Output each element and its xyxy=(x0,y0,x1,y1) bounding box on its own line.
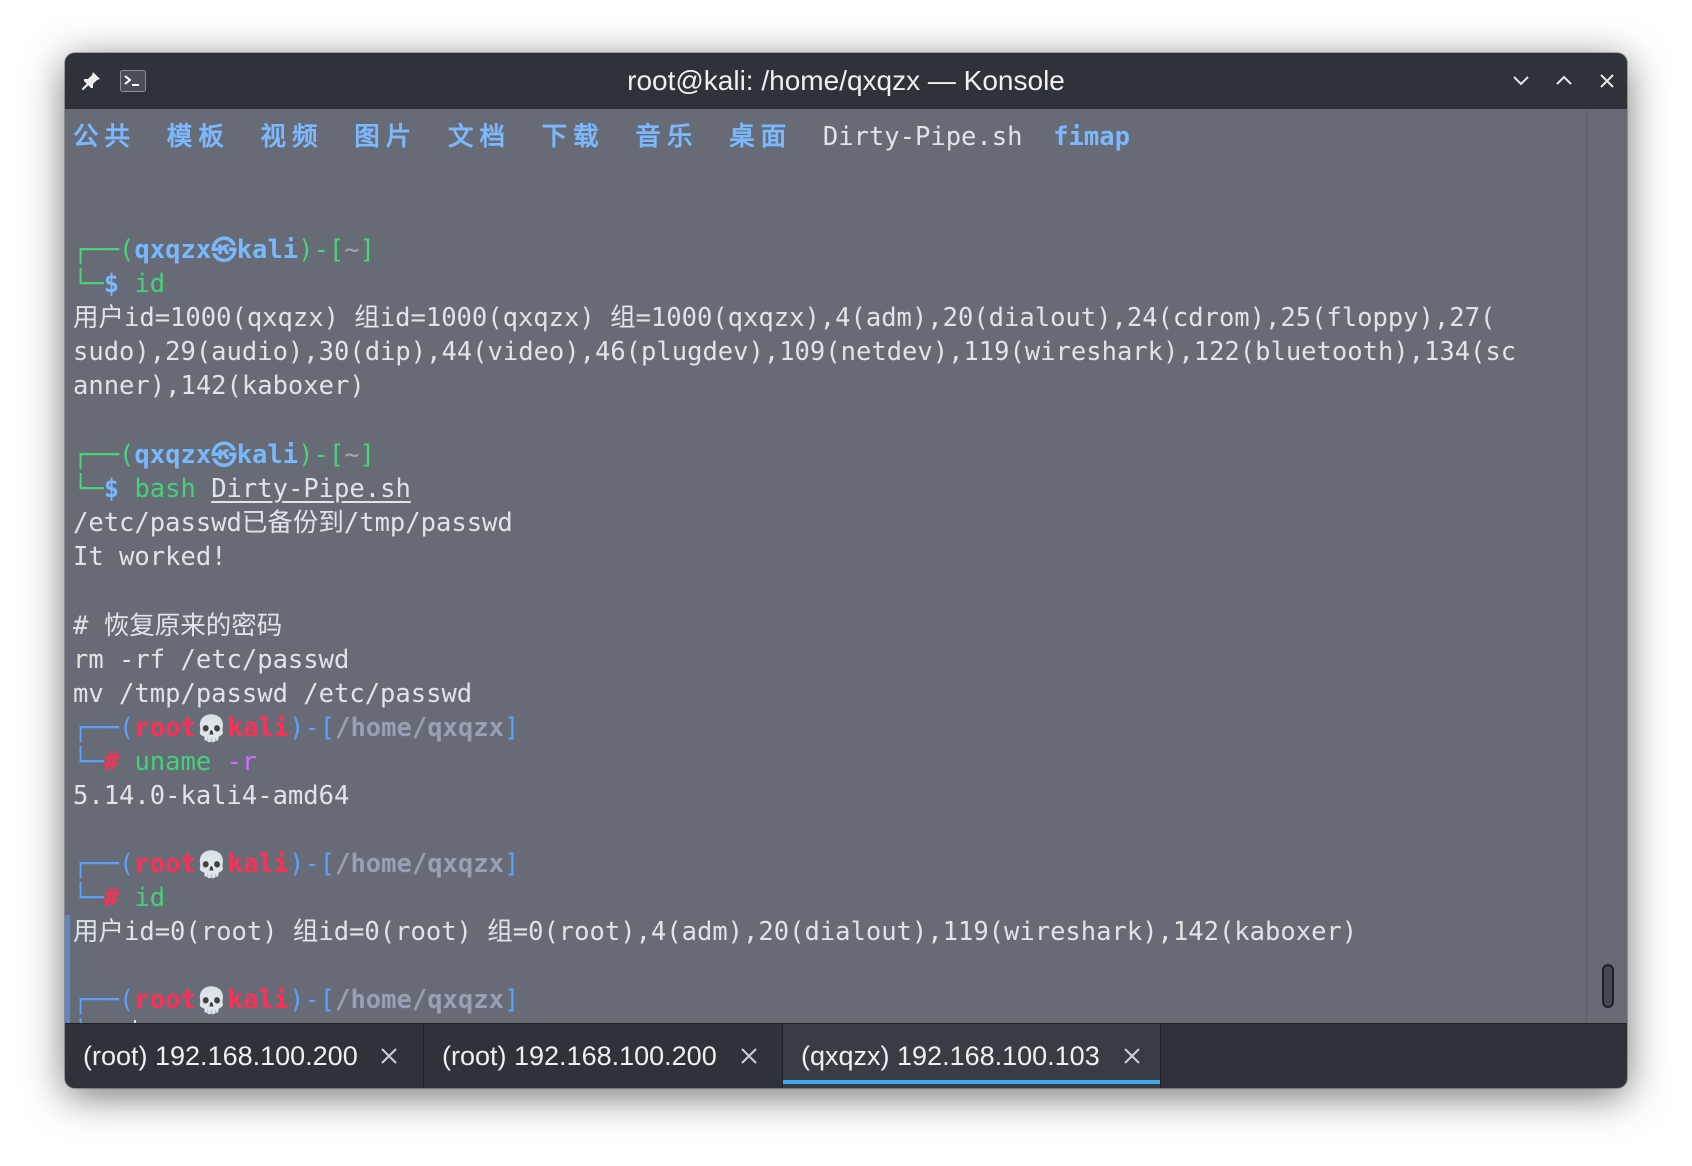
prompt-symbol: $ xyxy=(103,269,120,299)
dir-entry: 公共 xyxy=(73,122,137,152)
prompt-symbol: $ xyxy=(103,474,120,504)
prompt-host: kali xyxy=(227,849,290,879)
tab-session-2[interactable]: (root) 192.168.100.200 xyxy=(424,1024,782,1088)
command-text: id xyxy=(134,883,166,913)
output-line: rm -rf /etc/passwd xyxy=(73,645,350,675)
tab-label: (root) 192.168.100.200 xyxy=(83,1040,358,1071)
command-text: uname xyxy=(134,747,212,777)
exec-entry: fimap xyxy=(1053,122,1130,152)
output-line: # 恢复原来的密码 xyxy=(73,611,283,641)
close-icon[interactable] xyxy=(377,1044,401,1068)
tab-session-3[interactable]: (qxqzx) 192.168.100.103 xyxy=(782,1024,1161,1088)
command-line: └─# uname -r xyxy=(73,747,258,777)
kali-dragon-icon: ㉿ xyxy=(211,236,237,266)
tab-label: (qxqzx) 192.168.100.103 xyxy=(801,1040,1100,1071)
prompt-cwd: /home/qxqzx xyxy=(335,849,504,879)
dir-entry: 模板 xyxy=(166,122,230,152)
dir-entry: 图片 xyxy=(354,122,418,152)
tab-session-1[interactable]: (root) 192.168.100.200 xyxy=(65,1024,423,1088)
close-icon[interactable] xyxy=(737,1044,761,1068)
prompt-line: ┌──(root💀kali)-[/home/qxqzx] xyxy=(73,849,520,880)
command-arg: -r xyxy=(226,747,258,777)
prompt-line: ┌──(qxqzx㉿kali)-[~] xyxy=(73,440,375,471)
prompt-line: ┌──(root💀kali)-[/home/qxqzx] xyxy=(73,713,520,744)
prompt-cwd: /home/qxqzx xyxy=(335,985,504,1015)
tab-label: (root) 192.168.100.200 xyxy=(442,1040,717,1071)
chevron-up-icon[interactable] xyxy=(1548,65,1580,97)
output-line: sudo),29(audio),30(dip),44(video),46(plu… xyxy=(73,337,1517,367)
close-icon[interactable] xyxy=(1591,65,1623,97)
tab-bar: (root) 192.168.100.200 (root) 192.168.10… xyxy=(65,1023,1627,1088)
active-tab-indicator xyxy=(783,1080,1160,1084)
output-line: 用户id=0(root) 组id=0(root) 组=0(root),4(adm… xyxy=(73,917,1358,947)
terminal-view[interactable]: 公共 模板 视频 图片 文档 下载 音乐 桌面 Dirty-Pipe.sh fi… xyxy=(65,109,1585,1076)
command-text: bash xyxy=(134,474,196,504)
prompt-user: root xyxy=(134,985,196,1015)
output-line: It worked! xyxy=(73,542,227,572)
prompt-user: root xyxy=(134,849,196,879)
kali-dragon-icon: ㉿ xyxy=(211,441,237,471)
dir-entry: 桌面 xyxy=(729,122,793,152)
prompt-host: kali xyxy=(227,985,290,1015)
skull-icon: 💀 xyxy=(195,850,228,880)
close-icon[interactable] xyxy=(1120,1044,1144,1068)
command-line: └─$ id xyxy=(73,269,166,299)
dir-entry: 下载 xyxy=(541,122,605,152)
command-line: └─# id xyxy=(73,883,166,913)
file-entry: Dirty-Pipe.sh xyxy=(822,122,1023,152)
prompt-user: qxqzx xyxy=(134,235,212,265)
scrollbar[interactable] xyxy=(1586,109,1627,1076)
prompt-line: ┌──(root💀kali)-[/home/qxqzx] xyxy=(73,985,520,1016)
output-line: anner),142(kaboxer) xyxy=(73,371,365,401)
command-arg: Dirty-Pipe.sh xyxy=(211,474,411,504)
window-title: root@kali: /home/qxqzx — Konsole xyxy=(627,65,1065,96)
prompt-host: kali xyxy=(236,235,299,265)
prompt-host: kali xyxy=(236,440,299,470)
command-text: id xyxy=(134,269,166,299)
prompt-user: qxqzx xyxy=(134,440,212,470)
konsole-window: root@kali: /home/qxqzx — Konsole 公共 模板 视… xyxy=(65,53,1627,1088)
dir-entry: 音乐 xyxy=(635,122,699,152)
title-bar: root@kali: /home/qxqzx — Konsole xyxy=(65,53,1627,109)
prompt-cwd: ~ xyxy=(344,235,360,265)
prompt-host: kali xyxy=(227,713,290,743)
skull-icon: 💀 xyxy=(195,986,228,1016)
output-line: 用户id=1000(qxqzx) 组id=1000(qxqzx) 组=1000(… xyxy=(73,303,1496,333)
prompt-line: ┌──(qxqzx㉿kali)-[~] xyxy=(73,235,375,266)
output-line: mv /tmp/passwd /etc/passwd xyxy=(73,679,473,709)
dir-entry: 文档 xyxy=(447,122,511,152)
ls-output: 公共 模板 视频 图片 文档 下载 音乐 桌面 Dirty-Pipe.sh fi… xyxy=(73,120,1130,154)
output-line: 5.14.0-kali4-amd64 xyxy=(73,781,350,811)
prompt-symbol: # xyxy=(103,747,120,777)
scrollbar-thumb[interactable] xyxy=(1602,964,1614,1008)
dir-entry: 视频 xyxy=(260,122,324,152)
prompt-symbol: # xyxy=(103,883,120,913)
prompt-cwd: ~ xyxy=(344,440,360,470)
output-line: /etc/passwd已备份到/tmp/passwd xyxy=(73,508,513,538)
skull-icon: 💀 xyxy=(195,714,228,744)
prompt-cwd: /home/qxqzx xyxy=(335,713,504,743)
command-line: └─$ bash Dirty-Pipe.sh xyxy=(73,474,411,504)
chevron-down-icon[interactable] xyxy=(1505,65,1537,97)
prompt-user: root xyxy=(134,713,196,743)
